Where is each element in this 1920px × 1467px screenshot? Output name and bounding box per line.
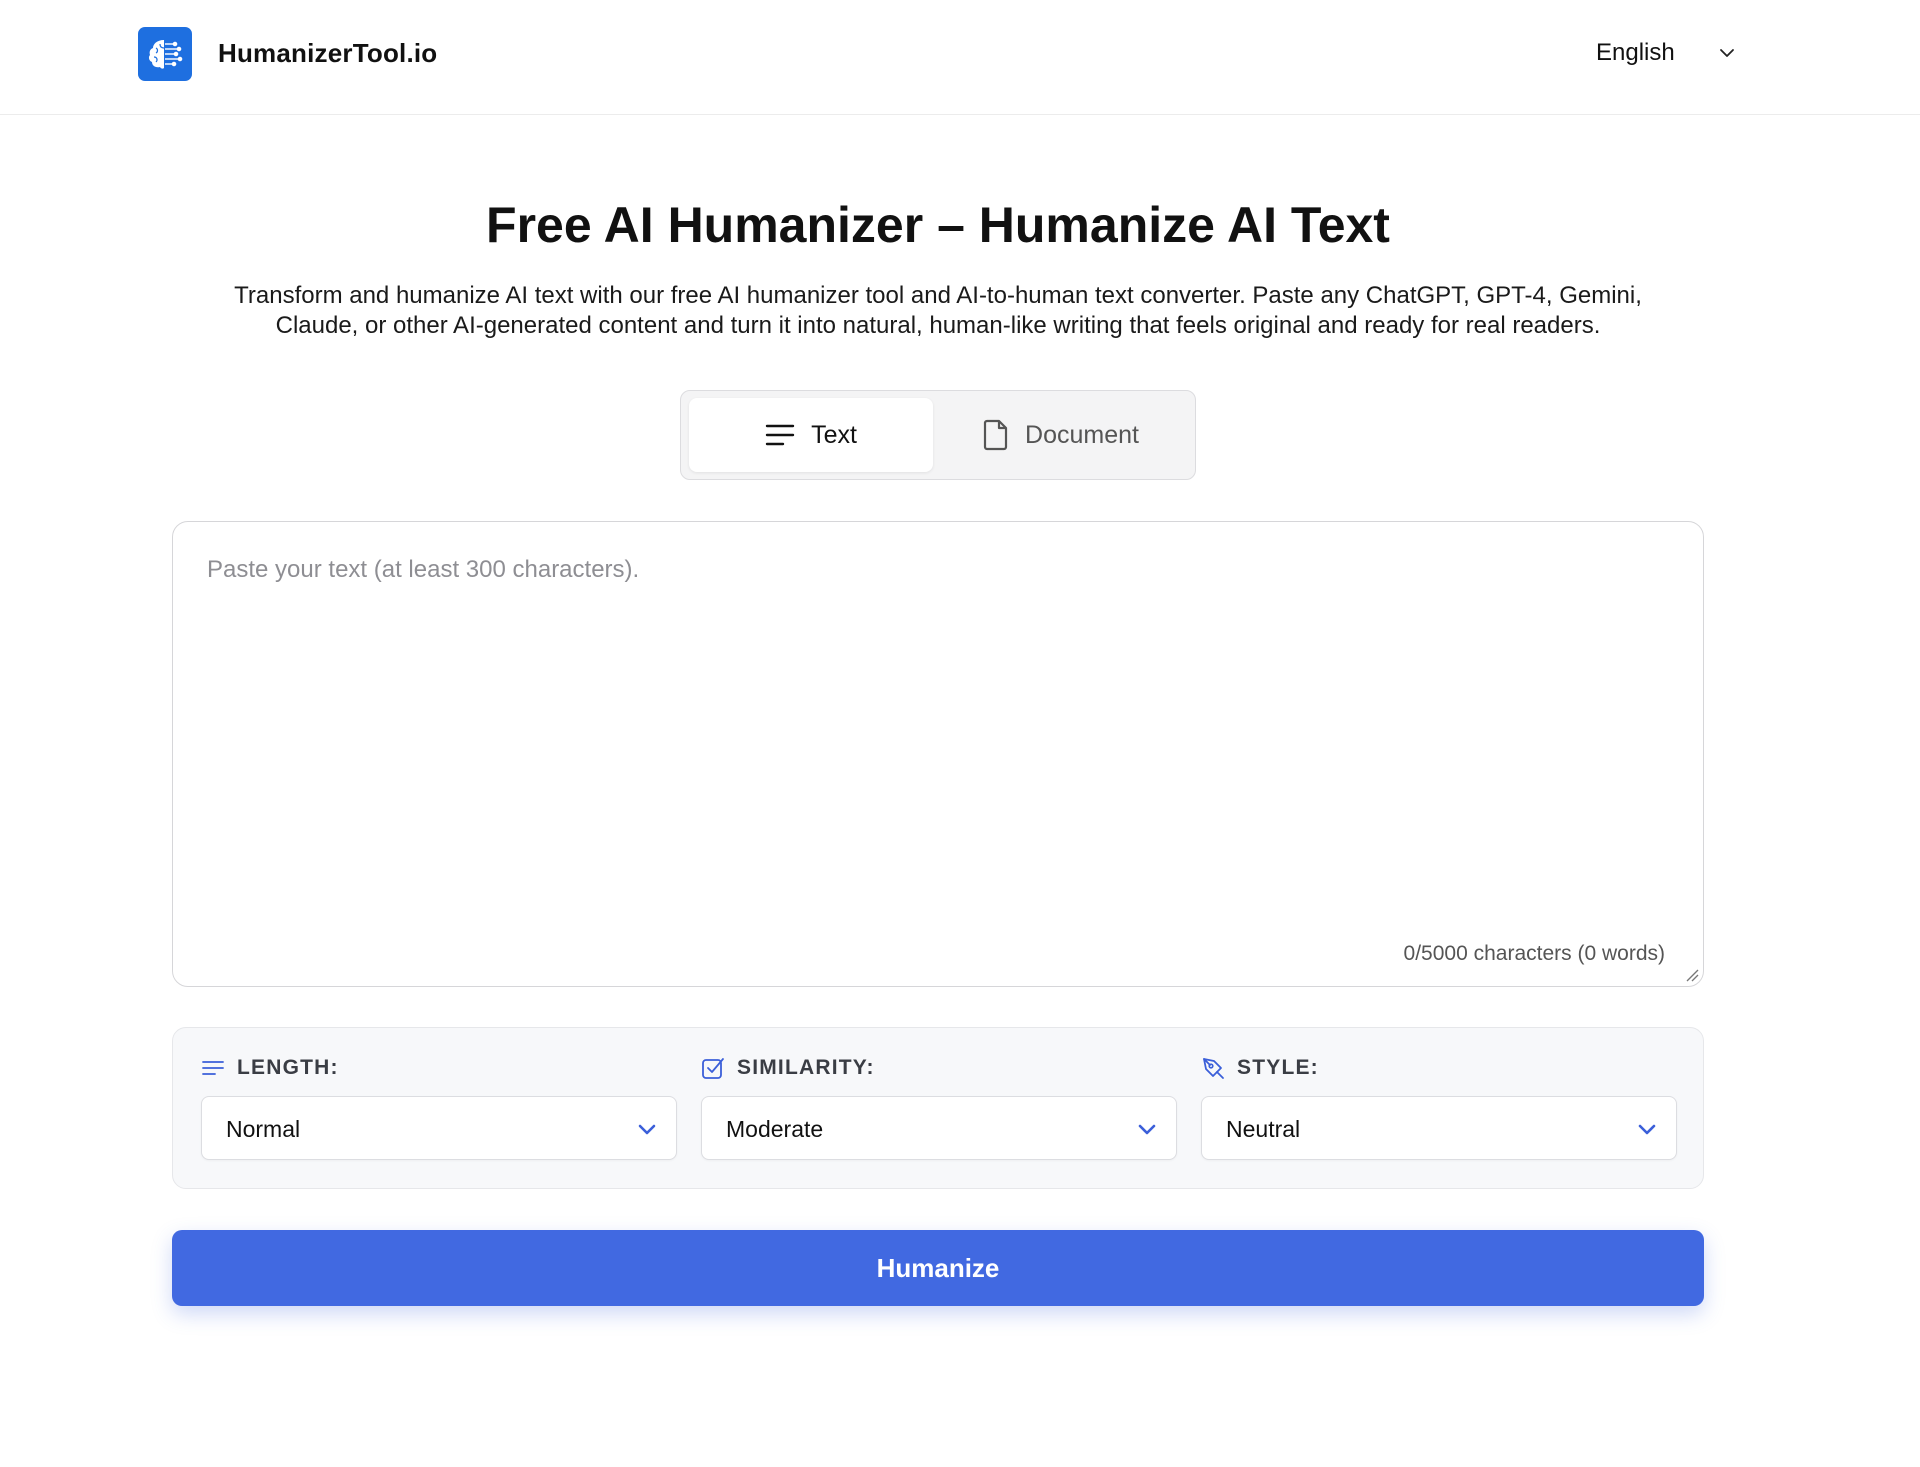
chevron-down-icon [1138, 1124, 1156, 1135]
similarity-select[interactable]: Moderate [701, 1096, 1177, 1160]
tab-text-label: Text [811, 420, 857, 449]
style-label: STYLE: [1237, 1056, 1319, 1079]
similarity-value: Moderate [726, 1116, 824, 1142]
length-label-row: LENGTH: [201, 1056, 339, 1080]
page-title: Free AI Humanizer – Humanize AI Text [486, 197, 1390, 253]
tab-document[interactable]: Document [933, 398, 1189, 472]
lines-icon [765, 424, 795, 446]
options-panel: LENGTH: Normal SIMILARITY: Moderate STYL… [172, 1027, 1704, 1189]
length-value: Normal [226, 1116, 301, 1142]
similarity-label-row: SIMILARITY: [701, 1056, 875, 1080]
length-label: LENGTH: [237, 1056, 339, 1079]
character-counter: 0/5000 characters (0 words) [1403, 942, 1665, 965]
brand-logo[interactable] [138, 27, 192, 81]
pen-tool-icon [1203, 1058, 1224, 1079]
similarity-label: SIMILARITY: [737, 1056, 875, 1079]
chevron-down-icon [638, 1124, 656, 1135]
length-select[interactable]: Normal [201, 1096, 677, 1160]
style-label-row: STYLE: [1201, 1056, 1319, 1080]
chevron-down-icon [1638, 1124, 1656, 1135]
style-select[interactable]: Neutral [1201, 1096, 1677, 1160]
tab-document-label: Document [1025, 420, 1139, 449]
chevron-down-icon[interactable] [1717, 43, 1737, 63]
input-mode-tabs: Text Document [680, 390, 1196, 480]
resize-handle-icon[interactable] [1685, 968, 1699, 982]
checkbox-icon [702, 1058, 724, 1079]
language-selector-label[interactable]: English [1596, 39, 1675, 67]
tab-text[interactable]: Text [689, 398, 933, 472]
humanize-button[interactable]: Humanize [172, 1230, 1704, 1306]
brand-name[interactable]: HumanizerTool.io [218, 38, 437, 69]
document-icon [983, 419, 1008, 451]
site-header: HumanizerTool.io English [0, 0, 1920, 115]
text-input[interactable] [207, 556, 1667, 896]
brain-circuit-icon [148, 40, 183, 69]
page-subtitle: Transform and humanize AI text with our … [234, 282, 1642, 339]
style-value: Neutral [1226, 1116, 1301, 1142]
text-input-box: 0/5000 characters (0 words) [172, 521, 1704, 987]
lines-icon [202, 1061, 224, 1075]
